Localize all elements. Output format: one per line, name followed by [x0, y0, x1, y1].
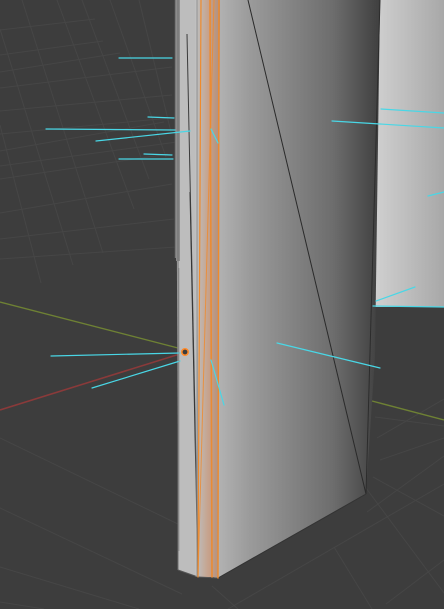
origin-icon[interactable] — [181, 347, 190, 356]
mesh-front-face — [212, 0, 380, 578]
main-mesh-object[interactable] — [176, 0, 381, 579]
3d-viewport[interactable] — [0, 0, 444, 609]
origin-point[interactable] — [181, 347, 190, 356]
scene-canvas[interactable] — [0, 0, 444, 609]
